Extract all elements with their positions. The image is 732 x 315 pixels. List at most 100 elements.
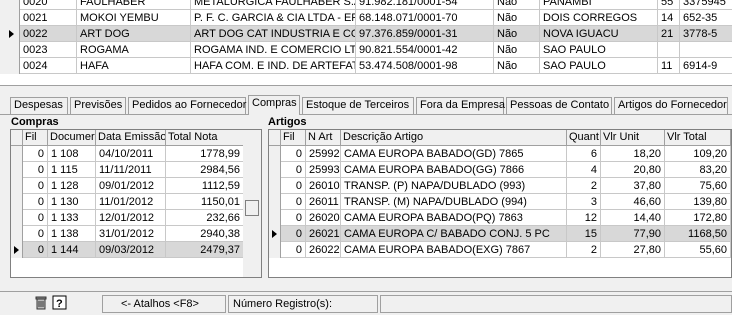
table-row[interactable]: 0 26021 CAMA EUROPA C/ BABADO CONJ. 5 PC 15… [269, 226, 731, 242]
table-row[interactable]: 01 138 31/01/2012 2940,38 [11, 226, 244, 242]
cell-data: 09/03/2012 [96, 242, 166, 258]
cell-desc: CAMA EUROPA C/ BABADO CONJ. 5 PC [341, 226, 567, 242]
table-row[interactable]: 01 133 12/01/2012 232,66 [11, 210, 244, 226]
cell-num: 14 [658, 10, 680, 26]
cell-total: 2479,37 [166, 242, 244, 258]
cell-nart: 26011 [306, 194, 341, 210]
table-row[interactable]: 0 26010 TRANSP. (P) NAPA/DUBLADO (993) 2 37,… [269, 178, 731, 194]
cell-total: 1150,01 [166, 194, 244, 210]
table-row[interactable]: 0020 FAULHABER METALURGICA FAULHABER S.A. 9… [0, 0, 732, 10]
table-row[interactable]: 01 128 09/01/2012 1112,59 [11, 178, 244, 194]
cell-data: 11/01/2012 [96, 194, 166, 210]
table-row[interactable]: 01 130 11/01/2012 1150,01 [11, 194, 244, 210]
compras-grid[interactable]: Fil Documer Data Emissão Total Nota 0 1 108 04… [10, 129, 262, 278]
cell-fil: 0 [281, 242, 306, 258]
cell-nart: 26020 [306, 210, 341, 226]
cell-quant: 6 [567, 146, 601, 162]
row-indicator [11, 178, 23, 194]
table-row[interactable]: 0 25993 CAMA EUROPA BABADO(GG) 7866 4 20,80 8… [269, 162, 731, 178]
cell-fil: 0 [23, 146, 48, 162]
cell-razao: METALURGICA FAULHABER S.A. [191, 0, 356, 10]
compras-scroll-thumb[interactable] [245, 200, 259, 216]
column-header-unit[interactable]: Vlr Unit [601, 130, 665, 146]
suppliers-grid[interactable]: 0020 FAULHABER METALURGICA FAULHABER S.A. 9… [0, 0, 732, 86]
cell-flag: Não [494, 42, 540, 58]
status-bar: ? <- Atalhos <F8> Número Registro(s): [0, 291, 732, 315]
cell-cnpj: 53.474.508/0001-98 [356, 58, 494, 74]
cell-nart: 25993 [306, 162, 341, 178]
tab-previs-es[interactable]: Previsões [70, 97, 126, 114]
table-row[interactable]: 0023 ROGAMA ROGAMA IND. E COMERCIO LTDA 90.… [0, 42, 732, 58]
cell-name: MOKOI YEMBU [77, 10, 191, 26]
cell-code: 0021 [20, 10, 77, 26]
cell-city: PANAMBI [540, 0, 658, 10]
table-row[interactable]: 0 26022 CAMA EUROPA BABADO(EXG) 7867 2 27,80… [269, 242, 731, 258]
row-pointer-icon [14, 246, 19, 254]
cell-quant: 2 [567, 242, 601, 258]
column-header-data[interactable]: Data Emissão [96, 130, 166, 146]
tab-fora-da-empresa[interactable]: Fora da Empresa [416, 97, 505, 114]
table-row[interactable]: 01 144 09/03/2012 2479,37 [11, 242, 244, 258]
tab-compras[interactable]: Compras [248, 95, 300, 115]
cell-fil: 0 [281, 162, 306, 178]
column-header-total[interactable]: Total Nota [166, 130, 244, 146]
cell-razao: ROGAMA IND. E COMERCIO LTDA [191, 42, 356, 58]
table-row[interactable]: 0 25992 CAMA EUROPA BABADO(GD) 7865 6 18,20 1… [269, 146, 731, 162]
column-header-total[interactable]: Vlr Total [665, 130, 731, 146]
row-indicator [11, 210, 23, 226]
cell-num: 55 [658, 0, 680, 10]
artigos-grid[interactable]: Fil N Art Descrição Artigo Quant Vlr Unit Vlr… [268, 129, 732, 278]
cell-quant: 2 [567, 178, 601, 194]
trash-icon[interactable] [33, 295, 49, 311]
help-icon[interactable]: ? [52, 295, 68, 311]
row-indicator [0, 10, 20, 26]
cell-flag: Não [494, 26, 540, 42]
column-header-desc[interactable]: Descrição Artigo [341, 130, 567, 146]
tab-estoque-de-terceiros[interactable]: Estoque de Terceiros [302, 97, 414, 114]
table-row[interactable]: 01 108 04/10/2011 1778,99 [11, 146, 244, 162]
cell-nart: 26010 [306, 178, 341, 194]
cell-flag: Não [494, 58, 540, 74]
column-header-fil[interactable]: Fil [23, 130, 48, 146]
cell-total: 2940,38 [166, 226, 244, 242]
cell-phone [680, 42, 732, 58]
cell-name: FAULHABER [77, 0, 191, 10]
cell-total: 1168,50 [665, 226, 731, 242]
column-header-quant[interactable]: Quant [567, 130, 601, 146]
artigos-title: Artigos [268, 116, 307, 128]
cell-desc: CAMA EUROPA BABADO(GG) 7866 [341, 162, 567, 178]
table-row[interactable]: 0 26011 TRANSP. (M) NAPA/DUBLADO (994) 3 46,… [269, 194, 731, 210]
table-row[interactable]: 0 26020 CAMA EUROPA BABADO(PQ) 7863 12 14,40… [269, 210, 731, 226]
cell-unit: 46,60 [601, 194, 665, 210]
tab-despesas[interactable]: Despesas [10, 97, 68, 114]
column-header-nart[interactable]: N Art [306, 130, 341, 146]
cell-fil: 0 [281, 226, 306, 242]
table-row[interactable]: 01 115 11/11/2011 2984,56 [11, 162, 244, 178]
cell-fil: 0 [281, 194, 306, 210]
cell-code: 0024 [20, 58, 77, 74]
row-indicator [269, 210, 281, 226]
cell-name: ART DOG [77, 26, 191, 42]
row-indicator [269, 162, 281, 178]
cell-name: ROGAMA [77, 42, 191, 58]
table-row[interactable]: 0021 MOKOI YEMBU P. F. C. GARCIA & CIA LTD… [0, 10, 732, 26]
table-row[interactable]: 0022ART DOGART DOG CAT INDUSTRIA E COMER… [0, 26, 732, 42]
cell-desc: CAMA EUROPA BABADO(PQ) 7863 [341, 210, 567, 226]
cell-fil: 0 [23, 178, 48, 194]
tab-pessoas-de-contato[interactable]: Pessoas de Contato [506, 97, 612, 114]
compras-scrollbar[interactable] [243, 130, 261, 277]
column-header-fil[interactable]: Fil [281, 130, 306, 146]
row-indicator [269, 146, 281, 162]
cell-unit: 77,90 [601, 226, 665, 242]
table-row[interactable]: 0024HAFAHAFA COM. E IND. DE ARTEFATOS D5… [0, 58, 732, 74]
cell-num [658, 42, 680, 58]
tab-artigos-do-fornecedor[interactable]: Artigos do Fornecedor [614, 97, 728, 114]
cell-doc: 1 144 [48, 242, 96, 258]
row-indicator [269, 194, 281, 210]
tab-pedidos-ao-fornecedor[interactable]: Pedidos ao Fornecedor [128, 97, 246, 114]
cell-cnpj: 97.376.859/0001-31 [356, 26, 494, 42]
cell-total: 139,80 [665, 194, 731, 210]
column-header-doc[interactable]: Documer [48, 130, 96, 146]
cell-razao: P. F. C. GARCIA & CIA LTDA - EPP [191, 10, 356, 26]
cell-city: NOVA IGUACU [540, 26, 658, 42]
